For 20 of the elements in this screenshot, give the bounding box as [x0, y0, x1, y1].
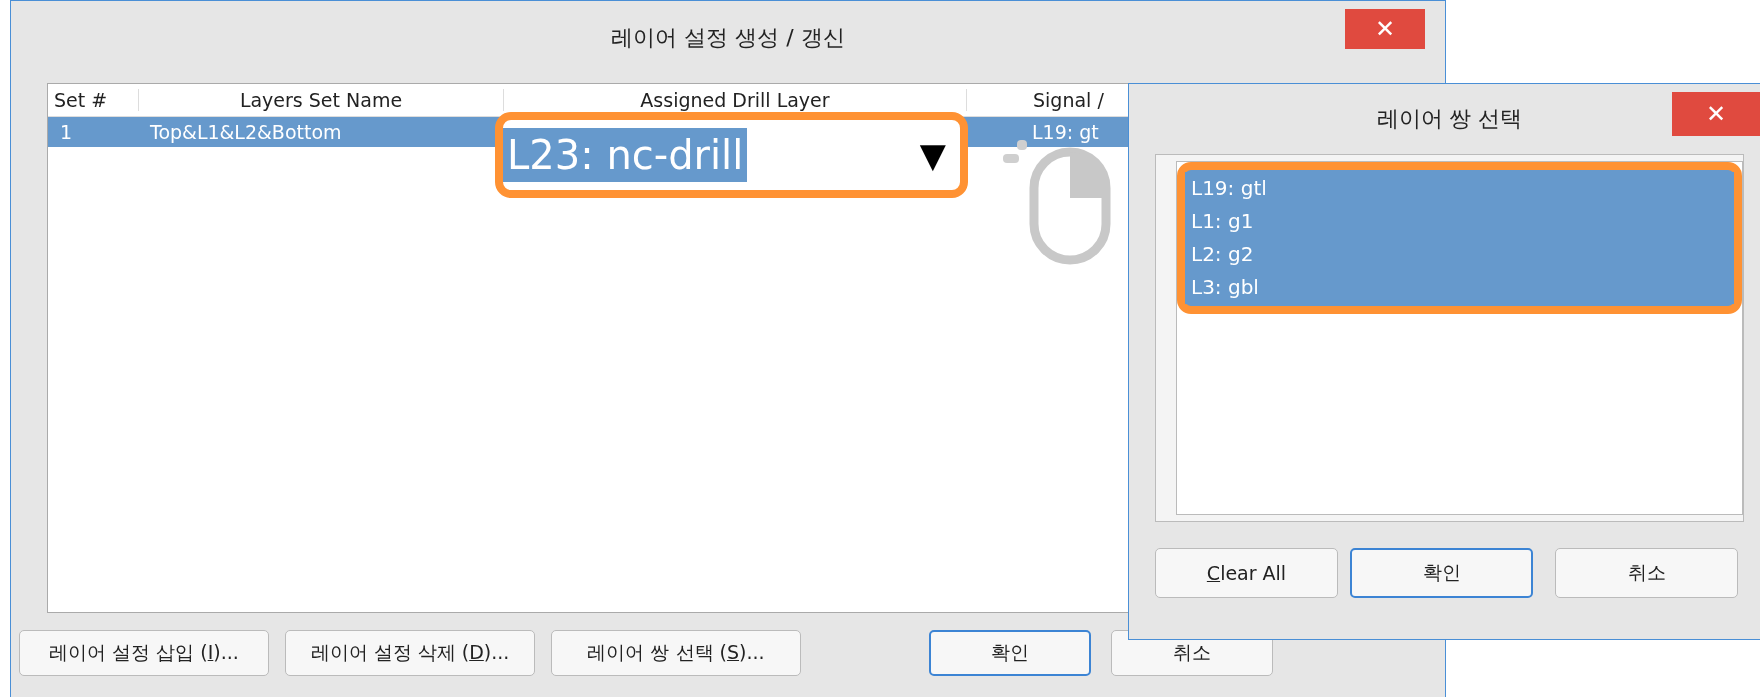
close-button[interactable]: ✕ [1672, 92, 1760, 136]
dialog-button[interactable]: 확인 [1350, 548, 1533, 598]
window-title: 레이어 설정 생성 / 갱신 [611, 24, 845, 52]
column-header[interactable]: Assigned Drill Layer [503, 89, 966, 111]
dialog-button[interactable]: Clear All [1155, 548, 1338, 598]
drill-layer-dropdown[interactable]: L23: nc-drill ▼ [495, 112, 968, 198]
window-title: 레이어 쌍 선택 [1376, 105, 1523, 133]
column-header[interactable]: Layers Set Name [138, 89, 503, 111]
table-cell-text: 1 [59, 121, 74, 143]
dialog-button[interactable]: 레이어 설정 삭제 (D)... [285, 630, 535, 676]
dialog-button[interactable]: 레이어 쌍 선택 (S)... [551, 630, 801, 676]
close-button[interactable]: ✕ [1345, 9, 1425, 49]
dialog-button[interactable]: 취소 [1555, 548, 1738, 598]
table-cell-text: Top&L1&L2&Bottom [149, 121, 343, 143]
selected-value: L23: nc-drill [503, 128, 748, 182]
table-cell-text: L19: gt [1031, 121, 1100, 143]
dialog-button[interactable]: 레이어 설정 삽입 (I)... [19, 630, 269, 676]
dialog-button[interactable]: 확인 [929, 630, 1091, 676]
dropdown-arrow: ▼ [919, 135, 946, 175]
column-header[interactable]: Set # [48, 89, 138, 111]
